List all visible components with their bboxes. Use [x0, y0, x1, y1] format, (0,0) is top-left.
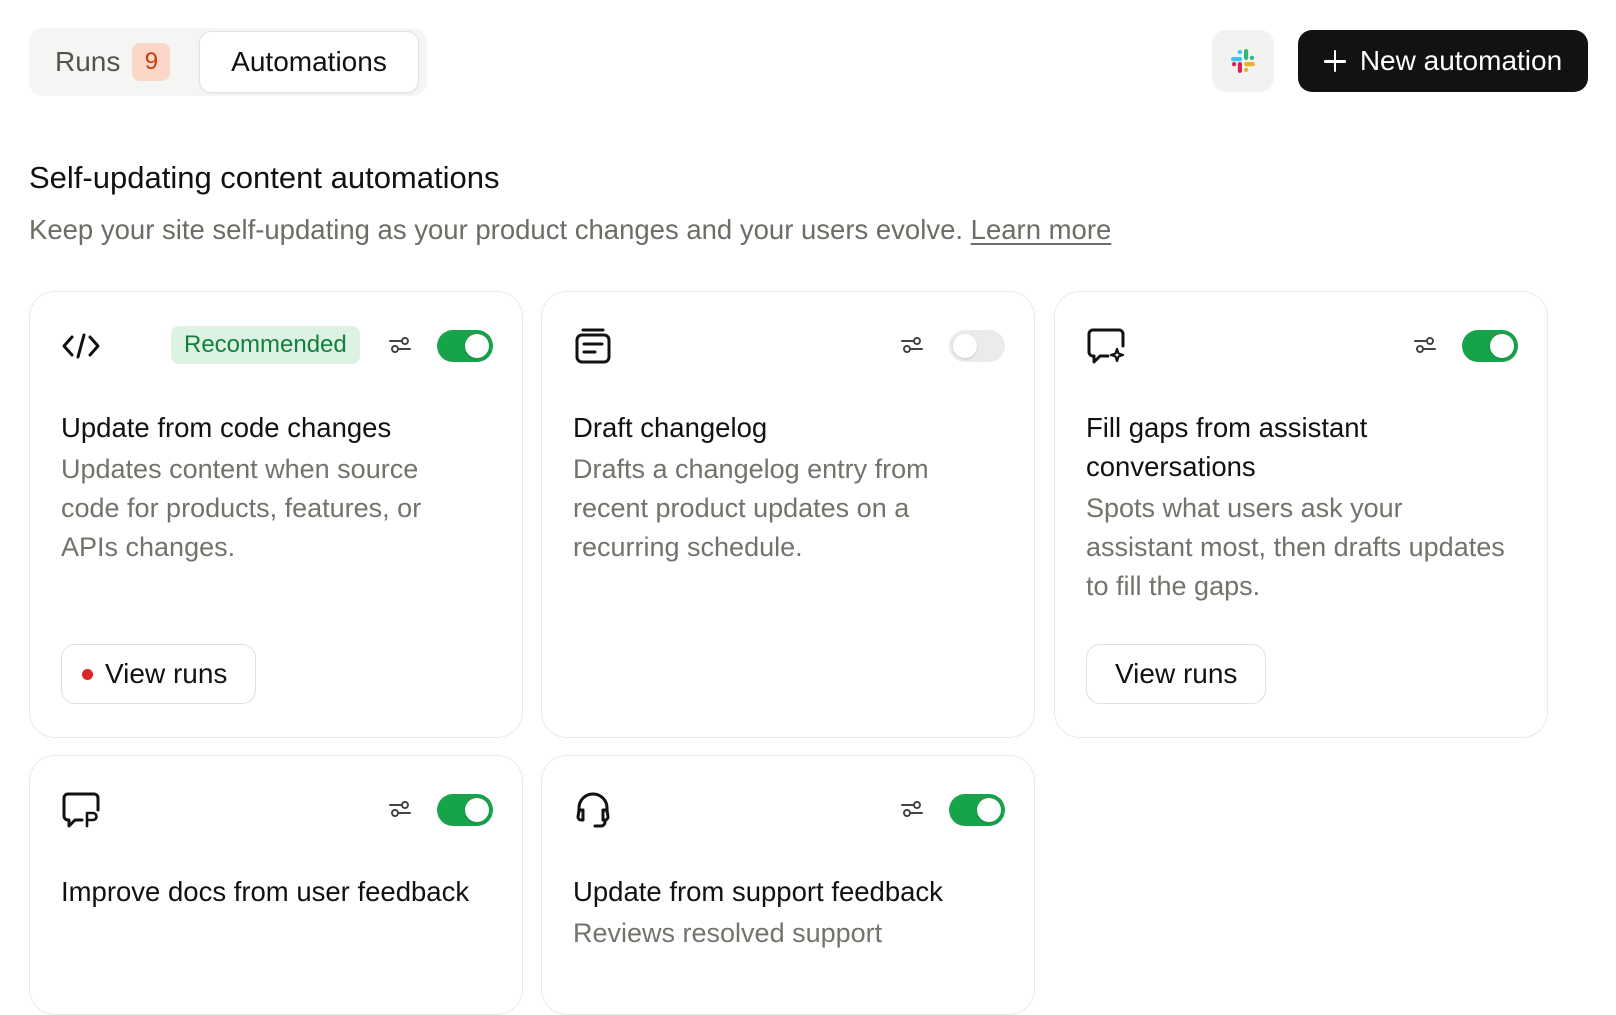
toggle-knob — [465, 798, 489, 822]
card-description: Spots what users ask your assistant most… — [1086, 493, 1505, 601]
settings-sliders-icon[interactable] — [900, 333, 924, 357]
headset-icon — [573, 790, 613, 830]
card-title: Fill gaps from assistant conversations — [1086, 412, 1368, 482]
automation-card-user-feedback: Improve docs from user feedback — [29, 755, 523, 1015]
enable-toggle[interactable] — [1462, 330, 1518, 362]
new-automation-label: New automation — [1359, 45, 1563, 76]
card-title: Update from code changes — [61, 412, 392, 443]
changelog-icon — [573, 326, 613, 366]
toggle-knob — [1490, 334, 1514, 358]
top-bar: Runs 9 Automations New automation — [29, 28, 1588, 96]
recommended-badge: Recommended — [171, 326, 360, 364]
tab-automations[interactable]: Automations — [199, 31, 419, 93]
feedback-chat-icon — [61, 790, 101, 830]
tab-automations-label: Automations — [231, 46, 387, 77]
new-automation-button[interactable]: New automation — [1298, 30, 1588, 92]
runs-count-badge: 9 — [132, 43, 171, 81]
settings-sliders-icon[interactable] — [388, 797, 412, 821]
slack-integration-button[interactable] — [1212, 30, 1274, 92]
assistant-chat-icon — [1086, 326, 1126, 366]
section-description: Keep your site self-updating as your pro… — [29, 214, 1111, 246]
toggle-knob — [953, 334, 977, 358]
settings-sliders-icon[interactable] — [1413, 333, 1437, 357]
section-description-text: Keep your site self-updating as your pro… — [29, 214, 964, 245]
view-tabs: Runs 9 Automations — [29, 28, 427, 96]
toggle-knob — [465, 334, 489, 358]
automation-card-assistant-gaps: Fill gaps from assistant conversations S… — [1054, 291, 1548, 738]
enable-toggle[interactable] — [437, 794, 493, 826]
card-description: Updates content when source code for pro… — [61, 454, 422, 562]
plus-icon — [1323, 50, 1346, 72]
alert-dot — [82, 668, 93, 680]
code-icon — [61, 326, 101, 366]
enable-toggle[interactable] — [949, 330, 1005, 362]
enable-toggle[interactable] — [437, 330, 493, 362]
view-runs-label: View runs — [1115, 658, 1238, 689]
automation-card-support-feedback: Update from support feedback Reviews res… — [541, 755, 1035, 1015]
view-runs-button[interactable]: View runs — [1086, 644, 1267, 704]
automation-card-code-changes: Recommended Update from code changes Upd… — [29, 291, 523, 738]
slack-icon — [1231, 49, 1255, 73]
view-runs-label: View runs — [105, 658, 228, 689]
learn-more-link[interactable]: Learn more — [971, 214, 1112, 245]
tab-runs-label: Runs — [55, 46, 121, 77]
card-title: Improve docs from user feedback — [61, 876, 470, 907]
card-description: Drafts a changelog entry from recent pro… — [573, 454, 929, 562]
view-runs-button[interactable]: View runs — [61, 644, 257, 704]
section-title: Self-updating content automations — [29, 160, 500, 195]
enable-toggle[interactable] — [949, 794, 1005, 826]
settings-sliders-icon[interactable] — [388, 333, 412, 357]
toggle-knob — [977, 798, 1001, 822]
card-title: Update from support feedback — [573, 876, 943, 907]
tab-runs[interactable]: Runs 9 — [37, 32, 184, 92]
settings-sliders-icon[interactable] — [900, 797, 924, 821]
card-description: Reviews resolved support — [573, 918, 883, 948]
card-title: Draft changelog — [573, 412, 768, 443]
automation-card-draft-changelog: Draft changelog Drafts a changelog entry… — [541, 291, 1035, 738]
